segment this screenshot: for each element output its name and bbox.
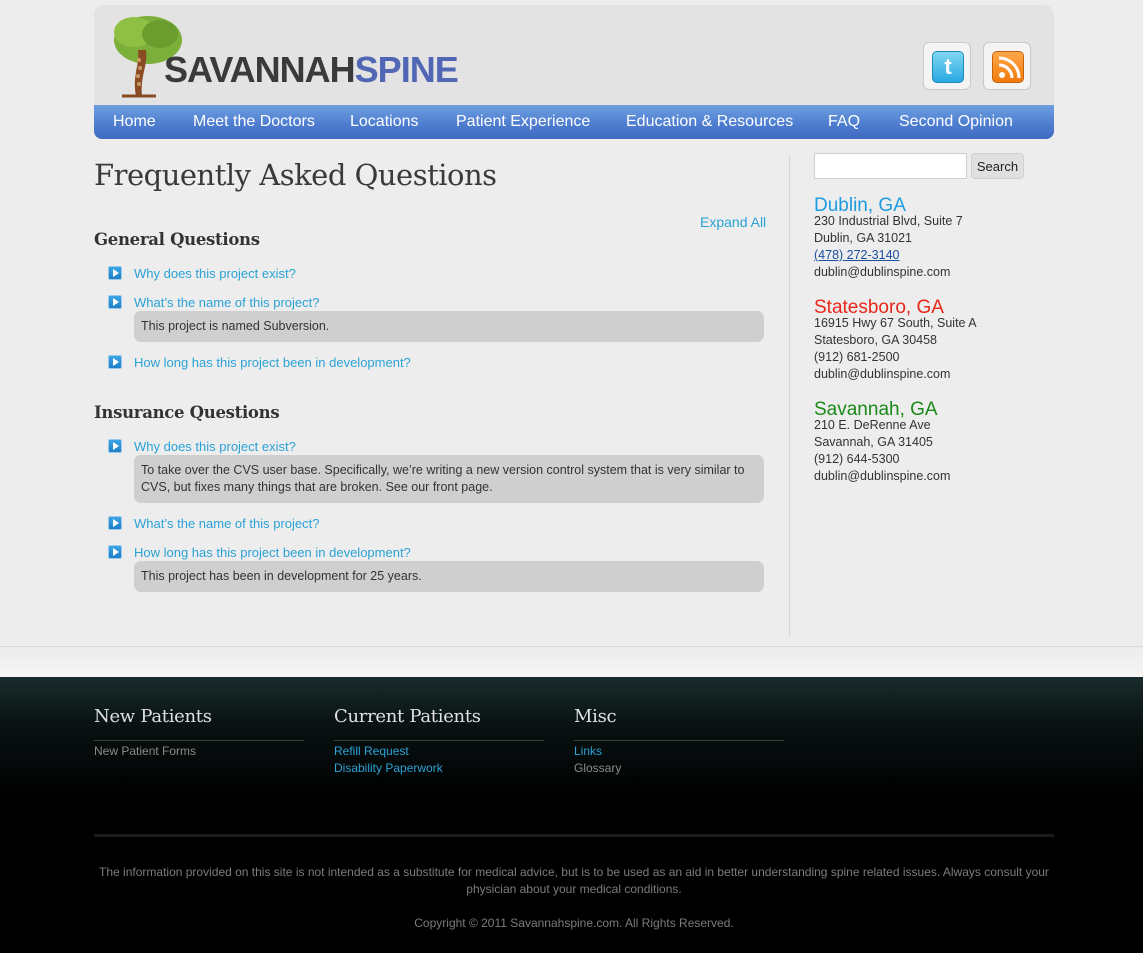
faq-question[interactable]: What’s the name of this project? xyxy=(108,514,319,532)
faq-question[interactable]: Why does this project exist? xyxy=(108,437,296,455)
footer-copyright: Copyright © 2011 Savannahspine.com. All … xyxy=(414,916,734,930)
location-city: Savannah, GA 31405 xyxy=(814,435,933,449)
footer-rule xyxy=(334,740,544,741)
faq-answer: This project has been in development for… xyxy=(134,561,764,592)
logo-part-1: SAVANNAH xyxy=(164,49,356,90)
search-button[interactable]: Search xyxy=(971,153,1024,179)
faq-question[interactable]: Why does this project exist? xyxy=(108,264,296,282)
nav-education-resources[interactable]: Education & Resources xyxy=(626,105,793,139)
footer-title-misc: Misc xyxy=(574,706,617,727)
footer-link-glossary[interactable]: Glossary xyxy=(574,761,621,775)
footer-link-disability-paperwork[interactable]: Disability Paperwork xyxy=(334,761,443,775)
footer-link-refill-request[interactable]: Refill Request xyxy=(334,744,409,758)
location-address: 16915 Hwy 67 South, Suite A xyxy=(814,316,977,330)
location-city: Statesboro, GA 30458 xyxy=(814,333,938,347)
page: SAVANNAHSPINE t Home Meet the Doctors Lo… xyxy=(0,0,1143,953)
nav-meet-the-doctors[interactable]: Meet the Doctors xyxy=(193,105,315,139)
location-city: Dublin, GA 31021 xyxy=(814,231,912,245)
footer-fade xyxy=(0,647,1143,677)
column-divider xyxy=(789,155,790,637)
nav-locations[interactable]: Locations xyxy=(350,105,419,139)
question-link[interactable]: How long has this project been in develo… xyxy=(134,545,411,560)
footer-divider xyxy=(94,834,1054,837)
phone-link[interactable]: (478) 272-3140 xyxy=(814,248,899,262)
footer-rule xyxy=(94,740,304,741)
question-link[interactable]: Why does this project exist? xyxy=(134,439,296,454)
location-phone: (912) 644-5300 xyxy=(814,452,900,466)
footer-link-links[interactable]: Links xyxy=(574,744,602,758)
rss-icon xyxy=(992,51,1024,83)
section-title-insurance: Insurance Questions xyxy=(94,403,280,422)
rss-button[interactable] xyxy=(983,42,1031,90)
search-input[interactable] xyxy=(814,153,967,179)
question-link[interactable]: How long has this project been in develo… xyxy=(134,355,411,370)
faq-answer: To take over the CVS user base. Specific… xyxy=(134,455,764,503)
footer-link-new-patient-forms[interactable]: New Patient Forms xyxy=(94,744,196,758)
section-title-general: General Questions xyxy=(94,230,260,249)
twitter-glyph: t xyxy=(944,54,952,79)
nav-home[interactable]: Home xyxy=(113,105,156,139)
twitter-icon: t xyxy=(932,51,964,83)
arrow-bullet-icon xyxy=(108,516,122,530)
nav-patient-experience[interactable]: Patient Experience xyxy=(456,105,590,139)
faq-answer: This project is named Subversion. xyxy=(134,311,764,342)
nav-faq[interactable]: FAQ xyxy=(828,105,860,139)
location-phone: (478) 272-3140 xyxy=(814,248,899,262)
arrow-bullet-icon xyxy=(108,295,122,309)
logo-wordmark[interactable]: SAVANNAHSPINE xyxy=(164,49,459,90)
arrow-bullet-icon xyxy=(108,545,122,559)
arrow-bullet-icon xyxy=(108,266,122,280)
location-phone: (912) 681-2500 xyxy=(814,350,900,364)
faq-question[interactable]: How long has this project been in develo… xyxy=(108,353,411,371)
question-link[interactable]: Why does this project exist? xyxy=(134,266,296,281)
twitter-button[interactable]: t xyxy=(923,42,971,90)
location-email: dublin@dublinspine.com xyxy=(814,265,951,279)
expand-all-link[interactable]: Expand All xyxy=(700,214,766,230)
location-address: 210 E. DeRenne Ave xyxy=(814,418,931,432)
location-address: 230 Industrial Blvd, Suite 7 xyxy=(814,214,963,228)
logo-part-2: SPINE xyxy=(354,49,459,90)
question-link[interactable]: What’s the name of this project? xyxy=(134,295,319,310)
footer-rule xyxy=(574,740,784,741)
footer-disclaimer: The information provided on this site is… xyxy=(99,865,1049,896)
nav-second-opinion[interactable]: Second Opinion xyxy=(899,105,1013,139)
arrow-bullet-icon xyxy=(108,355,122,369)
location-email: dublin@dublinspine.com xyxy=(814,469,951,483)
main-nav: Home Meet the Doctors Locations Patient … xyxy=(94,105,1054,139)
footer-title-current-patients: Current Patients xyxy=(334,706,481,727)
arrow-bullet-icon xyxy=(108,439,122,453)
faq-question[interactable]: What’s the name of this project? xyxy=(108,293,319,311)
location-email: dublin@dublinspine.com xyxy=(814,367,951,381)
rss-glyph xyxy=(998,56,1021,79)
faq-question[interactable]: How long has this project been in develo… xyxy=(108,543,411,561)
question-link[interactable]: What’s the name of this project? xyxy=(134,516,319,531)
footer-title-new-patients: New Patients xyxy=(94,706,212,727)
page-title: Frequently Asked Questions xyxy=(94,158,497,192)
